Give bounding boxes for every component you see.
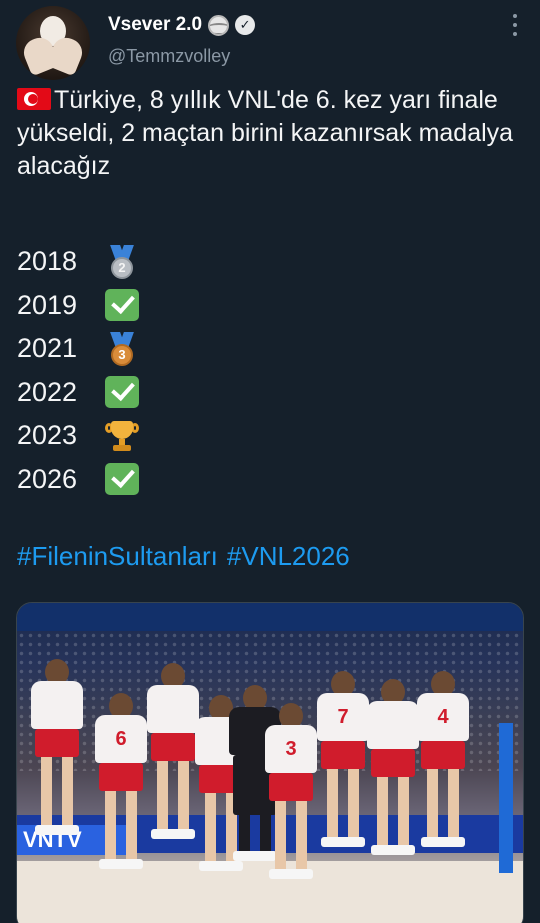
result-row: 2023 [17, 414, 139, 458]
player [147, 663, 199, 843]
medal-number: 2 [111, 256, 133, 279]
result-row: 2022 [17, 371, 139, 415]
player [31, 659, 83, 839]
jersey-number: 4 [417, 693, 469, 741]
hashtag-link[interactable]: #FileninSultanları [17, 541, 218, 572]
result-row: 2021 3 [17, 327, 139, 371]
player: 3 [265, 703, 317, 883]
result-year: 2022 [17, 376, 78, 407]
tweet-media-photo[interactable]: VNTV 6 3 7 4 [16, 602, 524, 923]
user-handle[interactable]: @Temmzvolley [108, 46, 230, 67]
trophy-icon [105, 419, 139, 453]
result-row: 2026 [17, 458, 139, 502]
result-year: 2018 [17, 246, 78, 277]
result-year: 2026 [17, 463, 78, 494]
check-mark-icon [105, 463, 139, 496]
turkey-flag-icon [17, 88, 51, 110]
player: 7 [317, 671, 369, 851]
jersey-number: 7 [317, 693, 369, 741]
result-year: 2019 [17, 289, 78, 320]
hashtags: #FileninSultanları #VNL2026 [17, 541, 350, 572]
volleyball-icon [208, 14, 230, 36]
player: 6 [95, 693, 147, 873]
jersey-number: 3 [265, 725, 317, 773]
bronze-medal-icon: 3 [105, 331, 139, 366]
tweet-text: Türkiye, 8 yıllık VNL'de 6. kez yarı fin… [17, 84, 517, 183]
medal-number: 3 [111, 343, 133, 366]
more-vertical-icon[interactable] [512, 14, 518, 36]
result-year: 2021 [17, 333, 78, 364]
results-list: 2018 2 2019 2021 3 2022 2023 2026 [17, 240, 139, 501]
result-year: 2023 [17, 420, 78, 451]
player [367, 679, 419, 859]
avatar[interactable] [16, 6, 90, 80]
author-name-row[interactable]: Vsever 2.0 ✓ [108, 14, 256, 36]
arena-banner [17, 603, 523, 631]
result-row: 2019 [17, 284, 139, 328]
hashtag-link[interactable]: #VNL2026 [227, 541, 350, 572]
net-post [499, 723, 513, 873]
tweet-text-content: Türkiye, 8 yıllık VNL'de 6. kez yarı fin… [17, 86, 514, 180]
verified-badge-icon: ✓ [235, 15, 256, 35]
jersey-number: 6 [95, 715, 147, 763]
check-mark-icon [105, 376, 139, 409]
player: 4 [417, 671, 469, 851]
silver-medal-icon: 2 [105, 244, 139, 279]
display-name[interactable]: Vsever 2.0 [108, 14, 202, 36]
check-mark-icon [105, 289, 139, 322]
result-row: 2018 2 [17, 240, 139, 284]
